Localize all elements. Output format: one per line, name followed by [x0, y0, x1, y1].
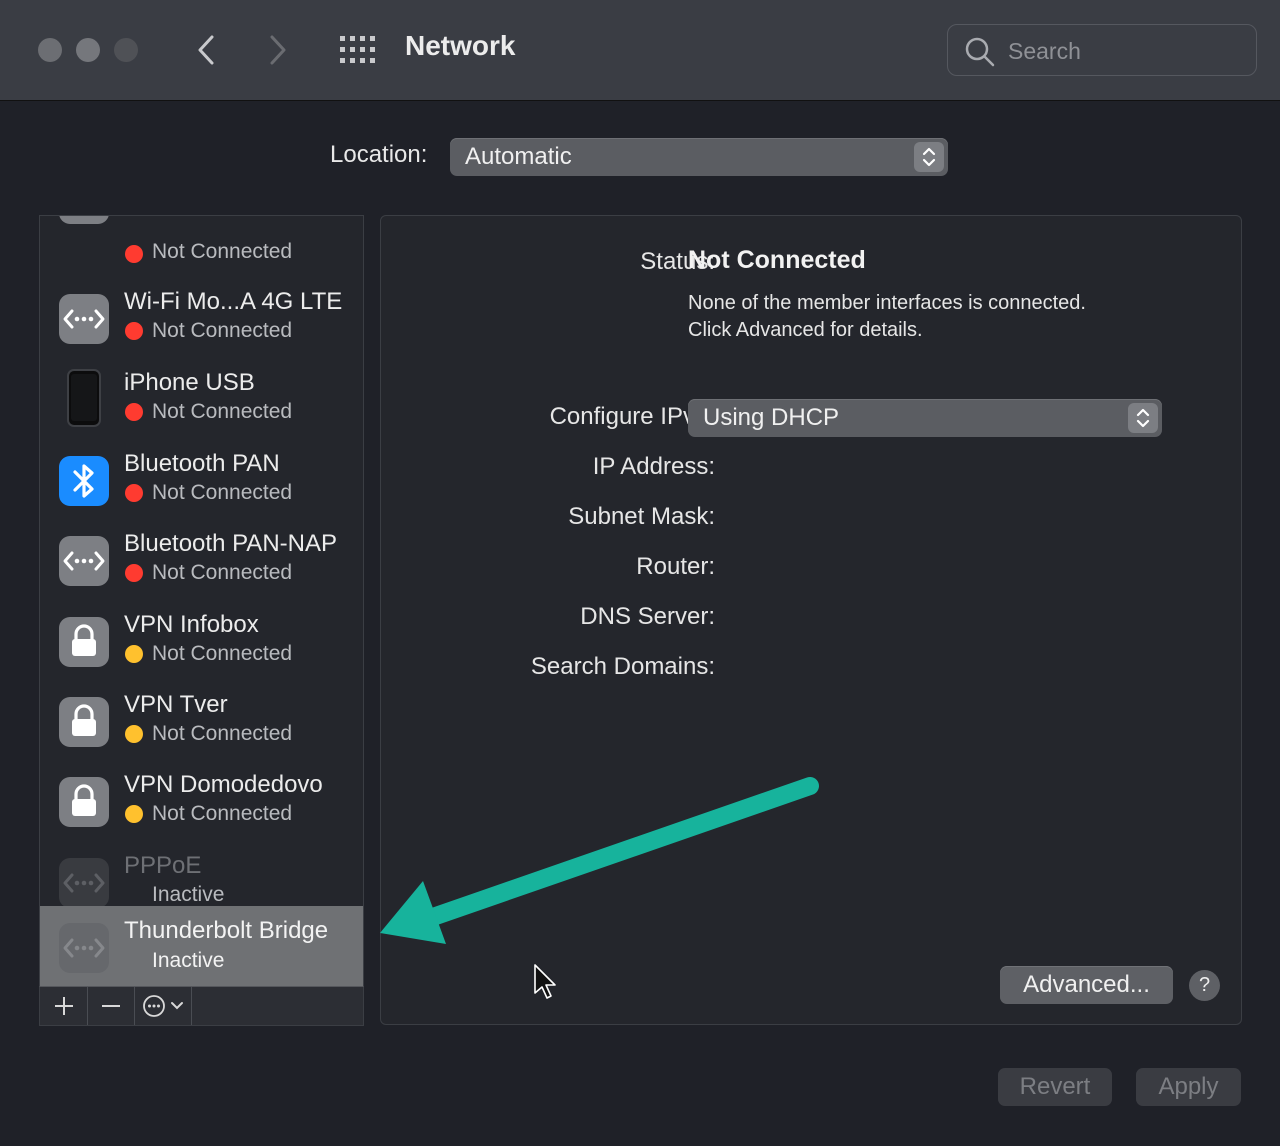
status-value: Not Connected: [688, 246, 866, 274]
ethernet-arrows-icon: [58, 535, 110, 587]
lock-icon: [58, 616, 110, 668]
search-icon: [965, 37, 995, 67]
service-name: Wi-Fi Mo...A 4G LTE: [124, 288, 343, 315]
subnet-mask-label: Subnet Mask:: [568, 503, 715, 530]
close-window-button[interactable]: [38, 38, 62, 62]
search-domains-label: Search Domains:: [530, 653, 715, 680]
lock-icon: [58, 776, 110, 828]
status-description-line: Click Advanced for details.: [688, 319, 923, 341]
service-status: Not Connected: [152, 722, 293, 745]
minus-icon: [102, 1005, 120, 1007]
service-item-thunderbolt-bridge[interactable]: Thunderbolt Bridge Inactive: [40, 906, 363, 987]
service-status: Not Connected: [152, 802, 293, 825]
location-label: Location:: [330, 141, 428, 168]
service-name: PPPoE: [124, 852, 202, 879]
configure-ipv4-value: Using DHCP: [703, 404, 840, 431]
service-status: Not Connected: [152, 642, 293, 665]
help-button[interactable]: ?: [1189, 970, 1220, 1001]
service-status: Not Connected: [152, 561, 293, 584]
show-all-grid-button[interactable]: [338, 34, 376, 66]
advanced-button[interactable]: Advanced...: [1000, 966, 1173, 1004]
status-dot: [125, 564, 143, 582]
service-status: Not Connected: [152, 400, 293, 423]
revert-button[interactable]: Revert: [998, 1068, 1112, 1106]
service-list[interactable]: Not Connected Wi-Fi Mo...A 4G LTE Not Co…: [39, 215, 364, 988]
status-dot: [125, 725, 143, 743]
dns-server-label: DNS Server:: [580, 603, 715, 630]
updown-stepper-icon: [1128, 403, 1158, 433]
configure-ipv4-select[interactable]: Using DHCP: [688, 399, 1162, 437]
status-dot: [125, 645, 143, 663]
service-name: Bluetooth PAN: [124, 450, 280, 477]
back-button[interactable]: [186, 28, 226, 72]
service-item-wifi-4g-lte[interactable]: Wi-Fi Mo...A 4G LTE Not Connected: [40, 278, 363, 358]
status-dot: [125, 805, 143, 823]
service-item-iphone-usb[interactable]: iPhone USB Not Connected: [40, 359, 363, 439]
apply-button[interactable]: Apply: [1136, 1068, 1241, 1106]
status-dot: [125, 322, 143, 340]
service-item-bluetooth-pan[interactable]: Bluetooth PAN Not Connected: [40, 440, 363, 520]
status-description: None of the member interfaces is connect…: [688, 290, 1086, 344]
router-label: Router:: [636, 553, 715, 580]
service-name: Thunderbolt Bridge: [124, 917, 329, 944]
status-dot: [125, 484, 143, 502]
updown-stepper-icon: [914, 142, 944, 172]
grid-icon: [340, 36, 375, 63]
service-status: Not Connected: [152, 240, 293, 263]
ethernet-arrows-icon: [58, 857, 110, 909]
service-status: Not Connected: [152, 481, 293, 504]
search-input[interactable]: [1006, 33, 1240, 69]
network-preferences-window: Network Location: Automatic Not Connecte…: [0, 0, 1280, 1146]
window-title: Network: [405, 30, 516, 61]
search-box[interactable]: [947, 24, 1257, 76]
service-name: Bluetooth PAN-NAP: [124, 530, 337, 557]
service-item-vpn-infobox[interactable]: VPN Infobox Not Connected: [40, 601, 363, 681]
location-value: Automatic: [465, 143, 572, 170]
iphone-icon: [58, 369, 110, 427]
chevron-left-icon: [198, 35, 214, 65]
service-status: Not Connected: [152, 319, 293, 342]
bluetooth-icon: [58, 455, 110, 507]
service-item[interactable]: Not Connected: [40, 216, 363, 263]
title-bar: Network: [0, 0, 1280, 101]
action-menu-button[interactable]: [135, 987, 192, 1025]
location-select[interactable]: Automatic: [450, 138, 948, 176]
service-item-bluetooth-pan-nap[interactable]: Bluetooth PAN-NAP Not Connected: [40, 520, 363, 600]
lock-icon: [58, 696, 110, 748]
remove-service-button[interactable]: [88, 987, 135, 1025]
ethernet-arrows-icon: [58, 216, 110, 225]
service-item-vpn-tver[interactable]: VPN Tver Not Connected: [40, 681, 363, 761]
add-service-button[interactable]: [40, 987, 88, 1025]
status-dot: [125, 245, 143, 263]
zoom-window-button[interactable]: [114, 38, 138, 62]
service-status: Inactive: [152, 949, 225, 972]
service-status: Inactive: [152, 883, 225, 906]
ip-address-label: IP Address:: [592, 453, 715, 480]
ellipsis-circle-icon: [143, 995, 165, 1017]
service-item-vpn-domodedovo[interactable]: VPN Domodedovo Not Connected: [40, 761, 363, 841]
service-name: VPN Domodedovo: [124, 771, 323, 798]
status-description-line: None of the member interfaces is connect…: [688, 292, 1086, 314]
chevron-down-icon: [171, 1002, 183, 1010]
ethernet-arrows-icon: [58, 293, 110, 345]
plus-icon: [54, 997, 73, 1015]
minimize-window-button[interactable]: [76, 38, 100, 62]
chevron-right-icon: [270, 35, 286, 65]
service-name: iPhone USB: [124, 369, 255, 396]
status-dot: [125, 403, 143, 421]
service-list-toolbar: [39, 986, 364, 1026]
service-name: VPN Infobox: [124, 611, 259, 638]
service-name: VPN Tver: [124, 691, 228, 718]
forward-button[interactable]: [258, 28, 298, 72]
ethernet-arrows-icon: [58, 922, 110, 974]
